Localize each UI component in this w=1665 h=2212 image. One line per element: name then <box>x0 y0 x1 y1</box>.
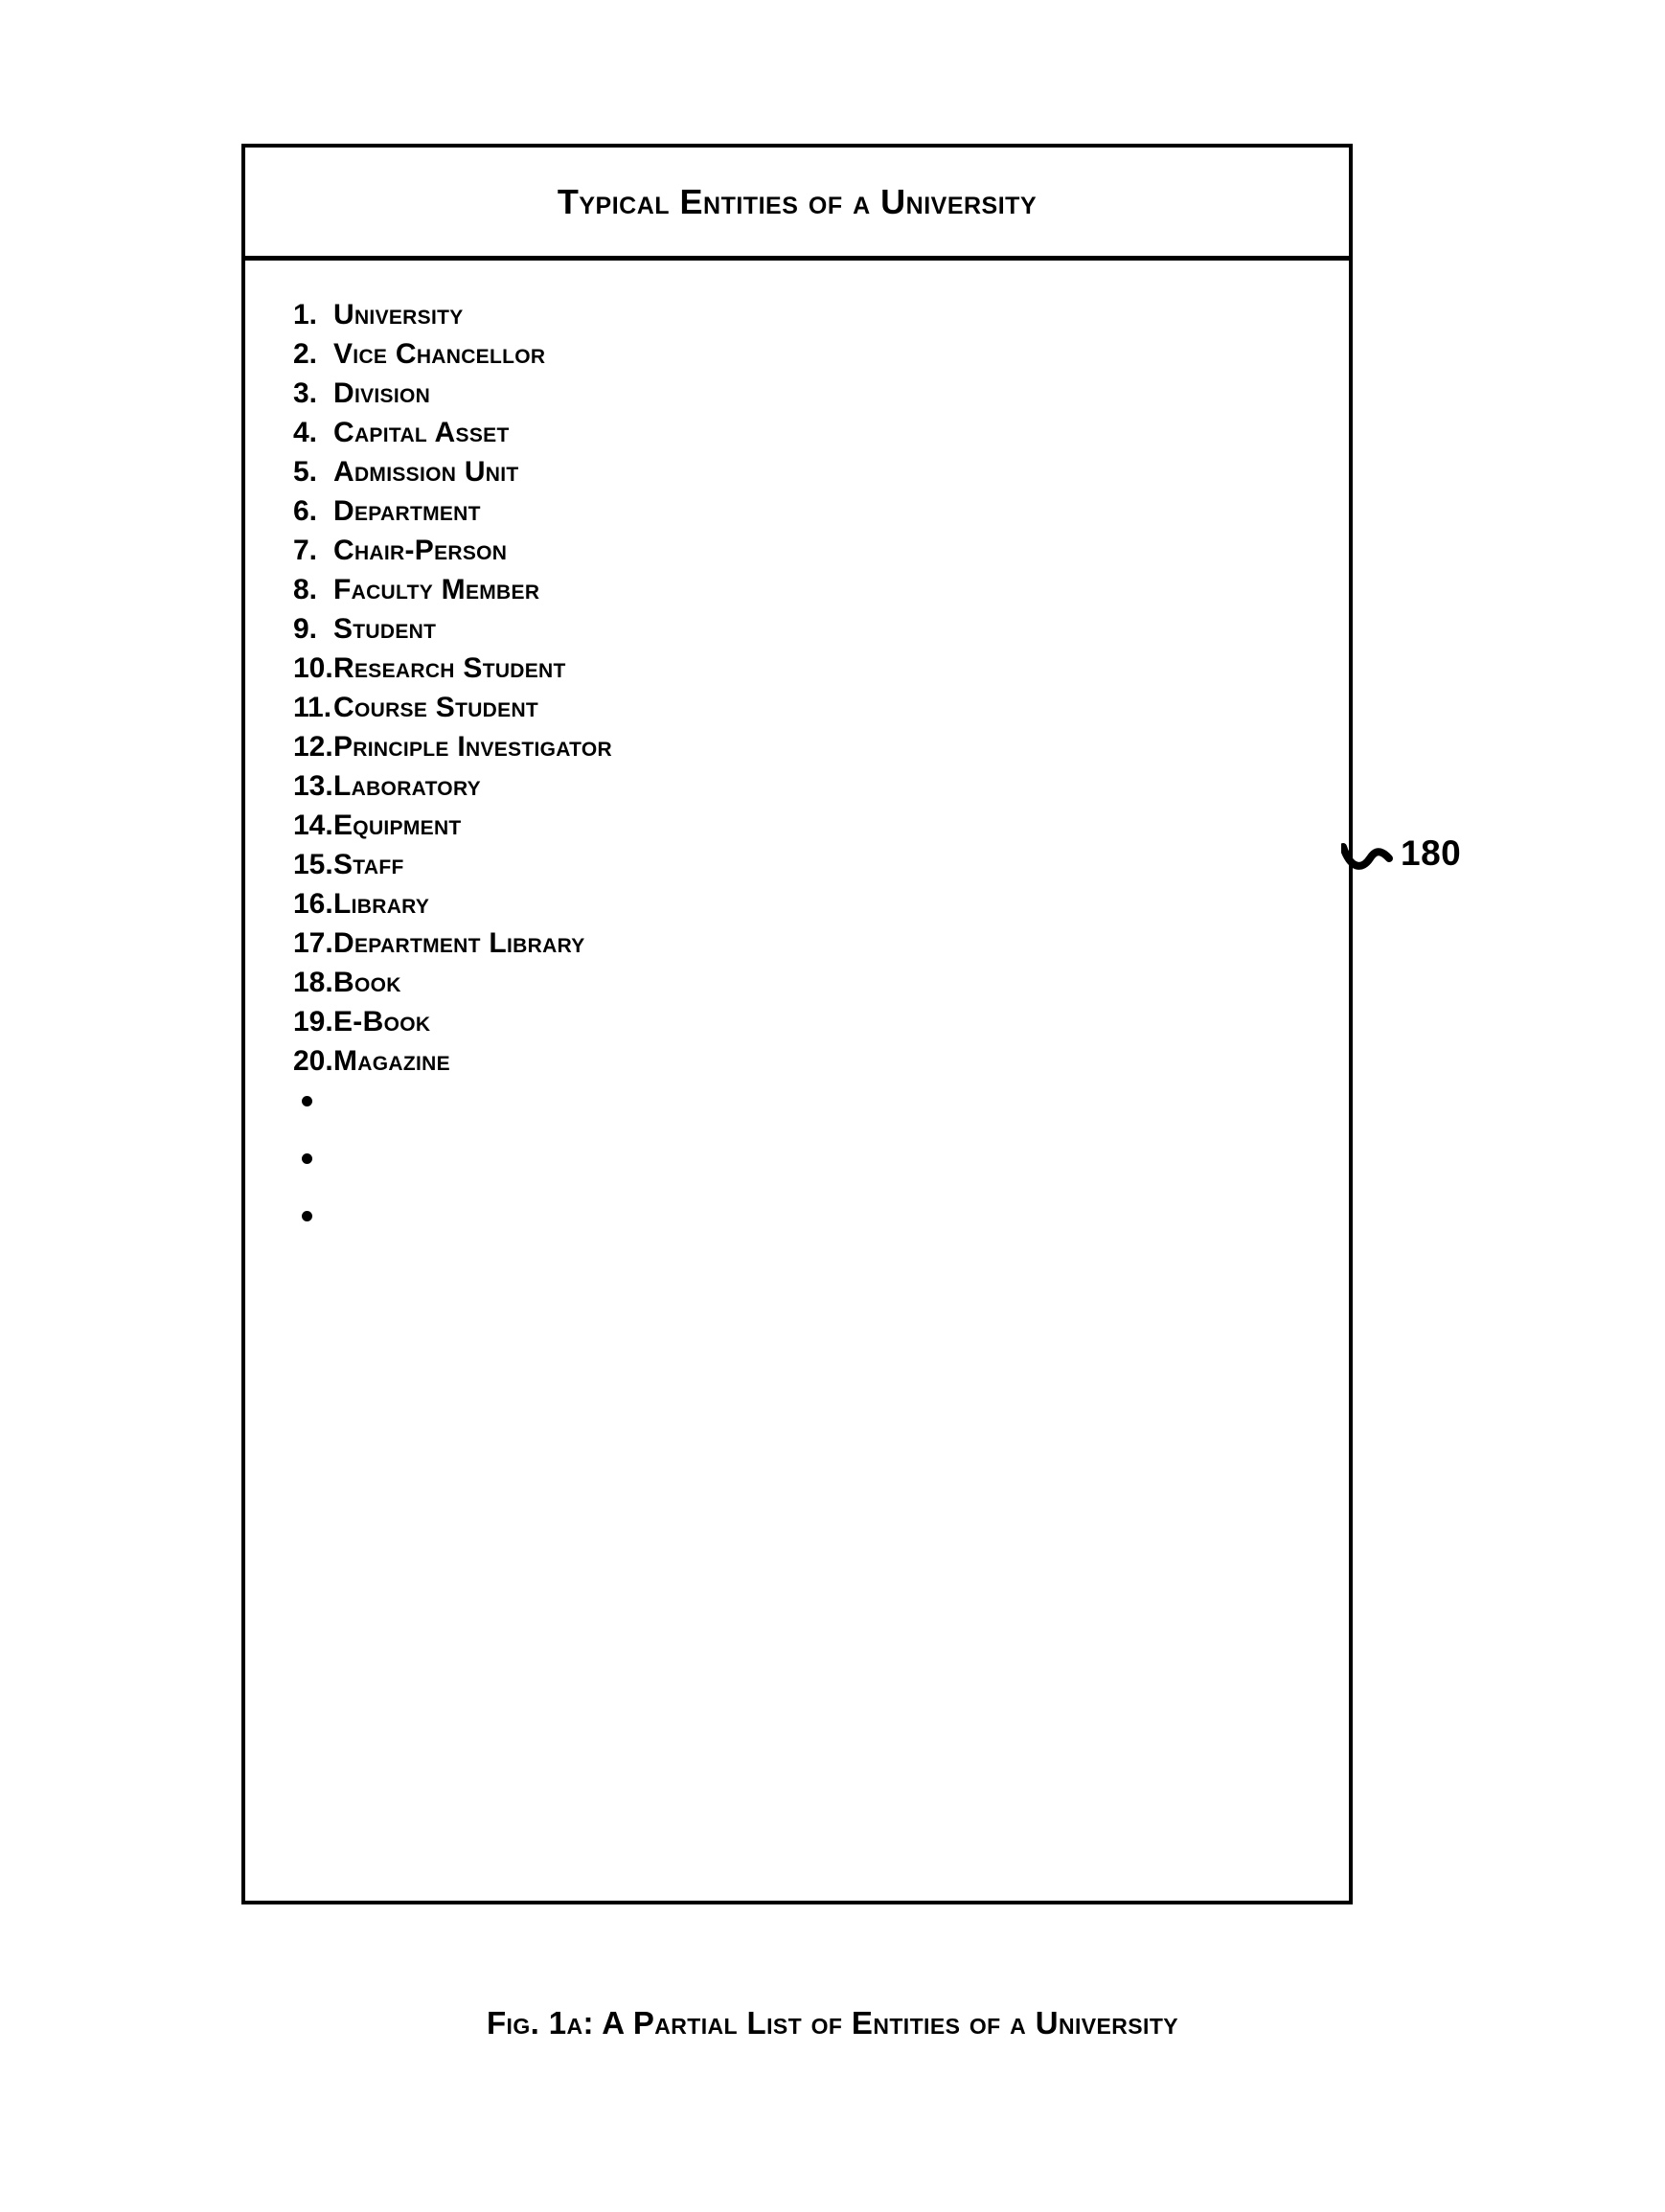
entity-list-item: 1. University <box>245 295 1349 334</box>
entity-item-number: 14. <box>293 810 333 841</box>
entity-item-number: 5. <box>293 456 318 488</box>
entity-item-number: 16. <box>293 888 333 920</box>
entity-box-header: Typical Entities of a University <box>245 148 1349 261</box>
figure-caption: Fig. 1a: A Partial List of Entities of a… <box>486 2005 1179 2041</box>
entity-list-item: 15.Staff <box>245 845 1349 884</box>
entity-item-number: 10. <box>293 652 333 684</box>
reference-numeral: 180 <box>1401 832 1462 873</box>
entity-item-label: Division <box>333 377 431 409</box>
entity-list-item: 17.Department Library <box>245 924 1349 963</box>
entity-item-label: Student <box>333 613 437 645</box>
entity-list: 1. University 2. Vice Chancellor 3. Division 4… <box>245 295 1349 1081</box>
entity-list-item: 4. Capital Asset <box>245 413 1349 452</box>
entity-list-item: 3. Division <box>245 374 1349 413</box>
entity-item-number: 7. <box>293 535 318 566</box>
entity-item-label: Department <box>333 495 481 527</box>
entity-item-label: Book <box>333 967 401 998</box>
entity-list-item: 18.Book <box>245 963 1349 1002</box>
entity-item-label: Magazine <box>333 1045 450 1077</box>
entity-item-label: Faculty Member <box>333 574 540 605</box>
squiggle-leader-icon <box>1341 843 1393 870</box>
entity-list-box: Typical Entities of a University 1. Unive… <box>241 144 1353 1904</box>
entity-list-item: 12.Principle Investigator <box>245 727 1349 766</box>
entity-item-label: Principle Investigator <box>333 731 613 763</box>
ellipsis-dot <box>302 1211 312 1221</box>
entity-item-number: 2. <box>293 338 318 370</box>
entity-item-number: 17. <box>293 927 333 959</box>
figure-1a: Typical Entities of a University 1. Unive… <box>0 0 1665 2212</box>
entity-item-number: 9. <box>293 613 318 645</box>
ellipsis-dot <box>302 1096 312 1106</box>
entity-item-number: 3. <box>293 377 318 409</box>
entity-box-body: 1. University 2. Vice Chancellor 3. Division 4… <box>245 261 1349 1901</box>
entity-list-item: 14.Equipment <box>245 806 1349 845</box>
entity-item-label: Course Student <box>333 692 539 723</box>
entity-item-label: Capital Asset <box>333 417 510 448</box>
entity-item-label: University <box>333 299 464 331</box>
entity-box-title: Typical Entities of a University <box>557 181 1038 221</box>
entity-item-label: E-Book <box>333 1006 431 1038</box>
entity-item-label: Staff <box>333 849 404 880</box>
entity-item-number: 13. <box>293 770 333 802</box>
entity-list-item: 11.Course Student <box>245 688 1349 727</box>
entity-item-number: 1. <box>293 299 318 331</box>
entity-list-item: 7. Chair-Person <box>245 531 1349 570</box>
entity-item-number: 11. <box>293 692 332 723</box>
entity-item-number: 8. <box>293 574 318 605</box>
entity-item-number: 20. <box>293 1045 333 1077</box>
entity-item-label: Research Student <box>333 652 566 684</box>
entity-item-label: Library <box>333 888 430 920</box>
entity-item-label: Chair-Person <box>333 535 508 566</box>
entity-list-item: 6. Department <box>245 491 1349 531</box>
entity-item-label: Department Library <box>333 927 585 959</box>
entity-item-label: Laboratory <box>333 770 481 802</box>
entity-list-item: 10.Research Student <box>245 649 1349 688</box>
entity-list-item: 5. Admission Unit <box>245 452 1349 491</box>
entity-list-item: 16.Library <box>245 884 1349 924</box>
entity-item-number: 4. <box>293 417 318 448</box>
entity-item-label: Equipment <box>333 810 462 841</box>
entity-list-item: 19.E-Book <box>245 1002 1349 1041</box>
entity-list-item: 8. Faculty Member <box>245 570 1349 609</box>
reference-callout-180: 180 <box>1341 819 1461 886</box>
entity-item-number: 19. <box>293 1006 333 1038</box>
entity-item-label: Vice Chancellor <box>333 338 546 370</box>
entity-item-label: Admission Unit <box>333 456 519 488</box>
list-continuation-ellipsis <box>245 1096 1349 1221</box>
entity-list-item: 9. Student <box>245 609 1349 649</box>
entity-item-number: 6. <box>293 495 318 527</box>
entity-item-number: 15. <box>293 849 333 880</box>
entity-item-number: 12. <box>293 731 333 763</box>
entity-item-number: 18. <box>293 967 333 998</box>
entity-list-item: 20.Magazine <box>245 1041 1349 1081</box>
ellipsis-dot <box>302 1153 312 1164</box>
entity-list-item: 2. Vice Chancellor <box>245 334 1349 374</box>
entity-list-item: 13.Laboratory <box>245 766 1349 806</box>
